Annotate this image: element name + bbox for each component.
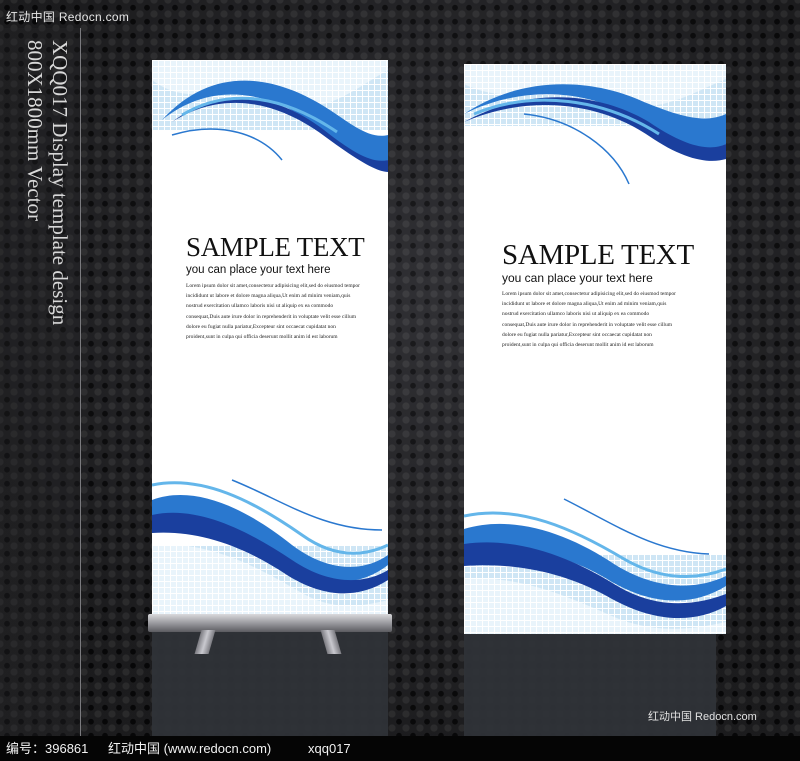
wave-bottom-right [464,498,726,634]
body-line: dolore eu fugiat nulla pariatur,Excepteu… [186,323,336,330]
banner-right: SAMPLE TEXT you can place your text here… [464,64,726,634]
footer-bar: 编号：396861 红动中国 (www.redocn.com) xqq017 [0,736,800,761]
vertical-title-line1: XQQ017 Display template design [48,40,72,326]
banner-left: SAMPLE TEXT you can place your text here… [152,60,388,615]
body-line: incididunt ut labore et dolore magna ali… [186,293,351,300]
watermark-bottom: 红动中国 Redocn.com [648,711,757,723]
body-line: proident,sunt in culpa qui officia deser… [502,342,654,349]
rollup-stand-base [148,614,392,632]
body-text: Lorem ipsum dolor sit amet,consectetur a… [502,289,702,350]
footer-id: 编号：396861 [6,741,89,756]
body-line: consequat,Duis aute irure dolor in repre… [186,313,356,320]
body-text: Lorem ipsum dolor sit amet,consectetur a… [186,281,366,342]
sample-title: SAMPLE TEXT [502,239,694,271]
sample-subtitle: you can place your text here [186,264,331,276]
body-line: dolore eu fugiat nulla pariatur,Excepteu… [502,331,652,338]
wave-top-right [464,64,726,185]
vertical-title-line2: 800X1800mm Vector [23,40,47,222]
sample-subtitle: you can place your text here [502,271,653,285]
wave-top-left [152,60,388,172]
footer-site[interactable]: 红动中国 (www.redocn.com) [108,736,271,761]
watermark-top: 红动中国 Redocn.com [6,10,130,24]
body-line: Lorem ipsum dolor sit amet,consectetur a… [502,291,676,297]
text-block-left: SAMPLE TEXT you can place your text here… [186,232,366,342]
sample-title: SAMPLE TEXT [186,232,365,262]
wave-bottom-left [152,479,388,615]
body-line: incididunt ut labore et dolore magna ali… [502,301,667,308]
body-line: Lorem ipsum dolor sit amet,consectetur a… [186,283,360,289]
vertical-title: XQQ017 Display template design 800X1800m… [22,40,72,325]
body-line: consequat,Duis aute irure dolor in repre… [502,321,672,328]
body-line: nostrud exercitation ullamco laboris nis… [502,311,650,318]
stand-shadow-left [152,632,388,736]
body-line: proident,sunt in culpa qui officia deser… [186,334,338,341]
body-line: nostrud exercitation ullamco laboris nis… [186,303,334,310]
text-block-right: SAMPLE TEXT you can place your text here… [502,240,702,350]
footer-code: xqq017 [308,741,351,756]
